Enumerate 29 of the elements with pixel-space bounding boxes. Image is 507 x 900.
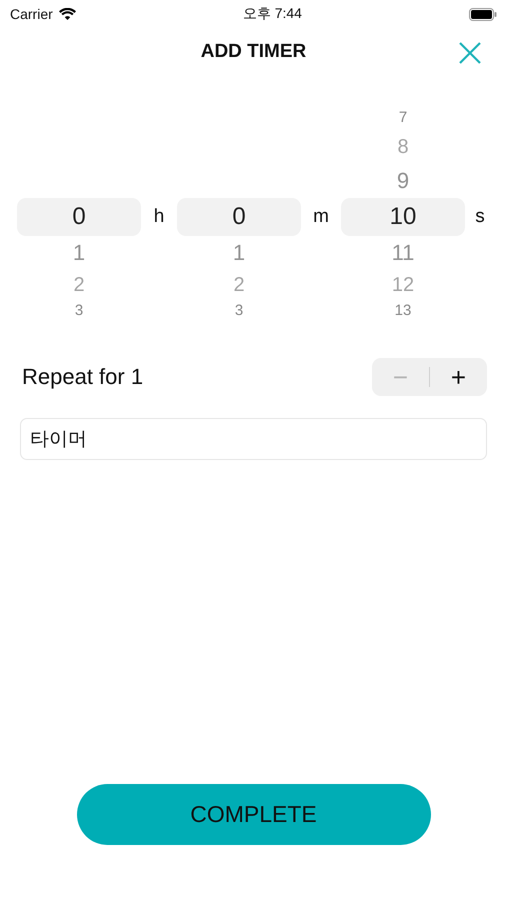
timer-name-field[interactable]: 타이머 [20, 418, 487, 460]
picker-selected-value[interactable]: 0 [17, 198, 141, 236]
close-button[interactable] [457, 40, 483, 66]
clock-time: 오후 7:44 [242, 5, 302, 23]
screen-title: ADD TIMER [200, 41, 306, 63]
picker-option[interactable]: 1 [72, 236, 86, 270]
picker-selected-value[interactable]: 0 [177, 198, 301, 236]
picker-option[interactable]: 11 [392, 236, 414, 270]
increment-button[interactable]: + [430, 358, 487, 396]
picker-option[interactable]: 3 [74, 300, 84, 322]
wifi-icon [58, 8, 76, 20]
carrier-label: Carrier [10, 6, 53, 22]
unit-label: h [152, 205, 166, 229]
battery-icon [468, 8, 497, 20]
close-icon [457, 40, 483, 66]
picker-option[interactable]: 2 [73, 270, 85, 300]
picker-option[interactable]: 8 [397, 130, 409, 164]
picker-option[interactable]: 7 [398, 106, 408, 130]
picker-option[interactable]: 1 [232, 236, 246, 270]
unit-label: s [474, 205, 486, 229]
picker-option[interactable]: 13 [394, 300, 412, 322]
complete-button[interactable]: COMPLETE [76, 784, 430, 845]
picker-option[interactable]: 3 [234, 300, 244, 322]
unit-label: m [312, 205, 330, 229]
repeat-label: Repeat for 1 [22, 364, 144, 390]
picker-option[interactable]: 9 [396, 164, 410, 198]
picker-option[interactable]: 12 [392, 270, 414, 300]
picker-selected-value[interactable]: 10 [341, 198, 465, 236]
picker-option[interactable]: 2 [233, 270, 245, 300]
